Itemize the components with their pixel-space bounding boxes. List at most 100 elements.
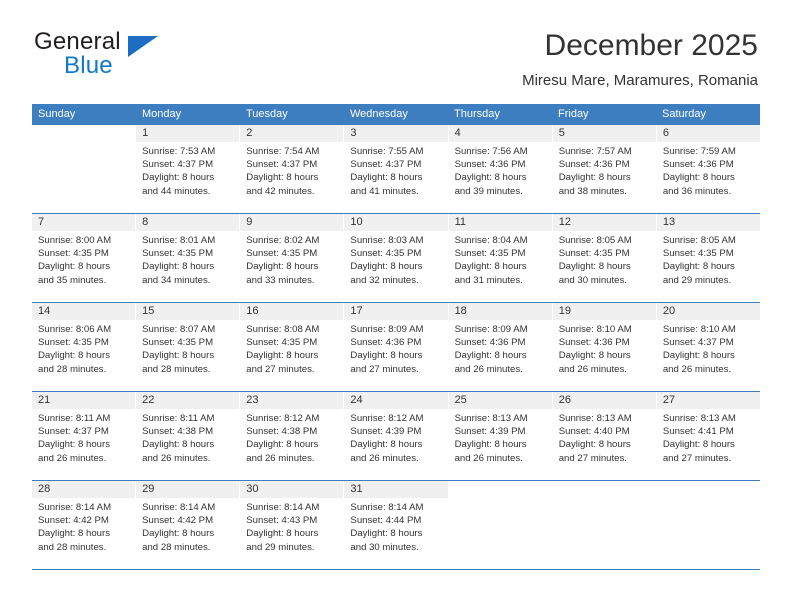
calendar-day-cell[interactable]: 19 Sunrise: 8:10 AM Sunset: 4:36 PM Dayligh…: [552, 303, 657, 391]
day-of-week-header: Sunday: [38, 108, 76, 120]
day-detail-line: Sunset: 4:36 PM: [662, 159, 734, 171]
day-detail-line: Daylight: 8 hours: [454, 172, 527, 184]
calendar-day-cell-empty: [656, 481, 760, 569]
page-header: General Blue December 2025 Miresu Mare, …: [34, 28, 758, 98]
day-detail-line: Sunrise: 8:12 AM: [246, 413, 320, 424]
day-detail-line: Sunset: 4:37 PM: [38, 426, 109, 438]
day-detail-line: Daylight: 8 hours: [38, 439, 110, 451]
day-detail-line: Daylight: 8 hours: [142, 261, 215, 273]
day-detail-line: and 44 minutes.: [142, 185, 211, 197]
day-detail-line: Daylight: 8 hours: [454, 350, 527, 362]
day-number: 8: [136, 214, 240, 231]
day-detail-line: Sunrise: 7:55 AM: [350, 146, 424, 157]
day-detail-line: and 27 minutes.: [558, 452, 627, 464]
calendar-day-cell[interactable]: 10 Sunrise: 8:03 AM Sunset: 4:35 PM Dayligh…: [344, 214, 449, 302]
day-details: [32, 142, 135, 145]
day-detail-line: Daylight: 8 hours: [662, 350, 735, 362]
day-detail-line: Sunrise: 8:00 AM: [38, 235, 112, 246]
day-detail-line: and 28 minutes.: [38, 363, 107, 375]
day-detail-line: Daylight: 8 hours: [38, 528, 110, 540]
day-detail-line: Sunrise: 8:01 AM: [142, 235, 216, 246]
calendar-day-cell[interactable]: 3 Sunrise: 7:55 AM Sunset: 4:37 PM Daylight…: [344, 125, 449, 213]
day-detail-line: Sunset: 4:36 PM: [558, 337, 630, 349]
calendar-day-cell[interactable]: 28 Sunrise: 8:14 AM Sunset: 4:42 PM Dayligh…: [32, 481, 137, 569]
day-detail-line: Sunset: 4:39 PM: [454, 426, 526, 438]
day-number: [32, 125, 136, 142]
calendar-day-cell[interactable]: 15 Sunrise: 8:07 AM Sunset: 4:35 PM Dayligh…: [136, 303, 241, 391]
day-details: [449, 498, 552, 501]
calendar-day-cell[interactable]: 23 Sunrise: 8:12 AM Sunset: 4:38 PM Dayligh…: [240, 392, 345, 480]
calendar-day-cell[interactable]: 21 Sunrise: 8:11 AM Sunset: 4:37 PM Dayligh…: [32, 392, 137, 480]
title-block: December 2025 Miresu Mare, Maramures, Ro…: [522, 28, 758, 92]
calendar-day-cell[interactable]: 9 Sunrise: 8:02 AM Sunset: 4:35 PM Daylight…: [240, 214, 345, 302]
day-detail-line: and 26 minutes.: [662, 363, 732, 375]
calendar-day-cell[interactable]: 20 Sunrise: 8:10 AM Sunset: 4:37 PM Dayligh…: [656, 303, 760, 391]
day-number: 28: [32, 481, 136, 498]
calendar-day-cell[interactable]: 7 Sunrise: 8:00 AM Sunset: 4:35 PM Daylight…: [32, 214, 137, 302]
calendar-day-cell[interactable]: 5 Sunrise: 7:57 AM Sunset: 4:36 PM Daylight…: [552, 125, 657, 213]
calendar-day-cell[interactable]: 2 Sunrise: 7:54 AM Sunset: 4:37 PM Daylight…: [240, 125, 345, 213]
day-detail-line: Daylight: 8 hours: [558, 261, 631, 273]
day-detail-line: and 41 minutes.: [350, 185, 419, 197]
day-detail-line: Sunset: 4:41 PM: [662, 426, 734, 438]
day-details: Sunrise: 7:56 AM Sunset: 4:36 PM Daylight:…: [449, 142, 552, 198]
day-detail-line: Daylight: 8 hours: [38, 261, 110, 273]
day-details: Sunrise: 7:57 AM Sunset: 4:36 PM Daylight:…: [553, 142, 656, 198]
calendar-grid: Sunday Monday Tuesday Wednesday Thursday Frid…: [32, 104, 760, 570]
day-detail-line: Sunrise: 8:09 AM: [454, 324, 528, 335]
day-detail-line: Daylight: 8 hours: [662, 261, 735, 273]
day-detail-line: Sunrise: 8:13 AM: [558, 413, 632, 424]
calendar-day-cell[interactable]: 29 Sunrise: 8:14 AM Sunset: 4:42 PM Dayligh…: [136, 481, 241, 569]
calendar-day-cell[interactable]: 24 Sunrise: 8:12 AM Sunset: 4:39 PM Dayligh…: [344, 392, 449, 480]
day-detail-line: and 28 minutes.: [142, 541, 211, 553]
day-detail-line: and 26 minutes.: [454, 452, 523, 464]
day-number: 25: [448, 392, 552, 409]
calendar-day-cell[interactable]: 27 Sunrise: 8:13 AM Sunset: 4:41 PM Dayligh…: [656, 392, 760, 480]
day-number: 11: [448, 214, 552, 231]
day-number: 12: [552, 214, 656, 231]
day-number: 20: [656, 303, 760, 320]
calendar-day-cell[interactable]: 22 Sunrise: 8:11 AM Sunset: 4:38 PM Dayligh…: [136, 392, 241, 480]
day-detail-line: Daylight: 8 hours: [454, 439, 527, 451]
day-detail-line: Sunset: 4:35 PM: [142, 337, 214, 349]
calendar-day-cell[interactable]: 6 Sunrise: 7:59 AM Sunset: 4:36 PM Daylight…: [656, 125, 760, 213]
calendar-day-cell[interactable]: 12 Sunrise: 8:05 AM Sunset: 4:35 PM Dayligh…: [552, 214, 657, 302]
page-subtitle: Miresu Mare, Maramures, Romania: [522, 72, 758, 89]
day-detail-line: and 28 minutes.: [38, 541, 107, 553]
day-detail-line: Sunrise: 8:14 AM: [350, 502, 424, 513]
calendar-day-cell[interactable]: 17 Sunrise: 8:09 AM Sunset: 4:36 PM Dayligh…: [344, 303, 449, 391]
day-detail-line: Sunrise: 8:08 AM: [246, 324, 320, 335]
day-detail-line: Sunrise: 7:59 AM: [662, 146, 736, 157]
day-detail-line: Daylight: 8 hours: [558, 172, 631, 184]
day-of-week-header: Tuesday: [246, 108, 288, 120]
day-detail-line: and 28 minutes.: [142, 363, 211, 375]
calendar-day-cell[interactable]: 30 Sunrise: 8:14 AM Sunset: 4:43 PM Dayligh…: [240, 481, 345, 569]
calendar-day-cell[interactable]: 31 Sunrise: 8:14 AM Sunset: 4:44 PM Dayligh…: [344, 481, 449, 569]
day-detail-line: Sunrise: 8:06 AM: [38, 324, 112, 335]
calendar-day-cell[interactable]: 14 Sunrise: 8:06 AM Sunset: 4:35 PM Dayligh…: [32, 303, 137, 391]
day-detail-line: Daylight: 8 hours: [38, 350, 110, 362]
day-detail-line: Sunset: 4:37 PM: [246, 159, 318, 171]
day-detail-line: Sunset: 4:38 PM: [246, 426, 318, 438]
day-detail-line: Sunrise: 8:14 AM: [38, 502, 112, 513]
calendar-day-cell[interactable]: 16 Sunrise: 8:08 AM Sunset: 4:35 PM Dayligh…: [240, 303, 345, 391]
calendar-day-cell[interactable]: 8 Sunrise: 8:01 AM Sunset: 4:35 PM Daylight…: [136, 214, 241, 302]
day-detail-line: and 31 minutes.: [454, 274, 523, 286]
calendar-day-cell[interactable]: 25 Sunrise: 8:13 AM Sunset: 4:39 PM Dayligh…: [448, 392, 553, 480]
day-detail-line: Sunrise: 7:57 AM: [558, 146, 632, 157]
day-detail-line: Daylight: 8 hours: [350, 528, 423, 540]
day-detail-line: Daylight: 8 hours: [246, 439, 319, 451]
day-detail-line: and 33 minutes.: [246, 274, 315, 286]
calendar-day-cell[interactable]: 13 Sunrise: 8:05 AM Sunset: 4:35 PM Dayligh…: [656, 214, 760, 302]
calendar-day-cell[interactable]: 4 Sunrise: 7:56 AM Sunset: 4:36 PM Daylight…: [448, 125, 553, 213]
calendar-day-cell[interactable]: 18 Sunrise: 8:09 AM Sunset: 4:36 PM Dayligh…: [448, 303, 553, 391]
day-details: [553, 498, 656, 501]
brand-logo[interactable]: General Blue: [34, 28, 274, 88]
day-detail-line: Sunrise: 7:53 AM: [142, 146, 216, 157]
day-detail-line: and 29 minutes.: [662, 274, 732, 286]
day-detail-line: Sunset: 4:37 PM: [662, 337, 734, 349]
calendar-day-cell[interactable]: 11 Sunrise: 8:04 AM Sunset: 4:35 PM Dayligh…: [448, 214, 553, 302]
calendar-day-cell[interactable]: 26 Sunrise: 8:13 AM Sunset: 4:40 PM Dayligh…: [552, 392, 657, 480]
day-detail-line: and 26 minutes.: [246, 452, 315, 464]
calendar-day-cell[interactable]: 1 Sunrise: 7:53 AM Sunset: 4:37 PM Daylight…: [136, 125, 241, 213]
